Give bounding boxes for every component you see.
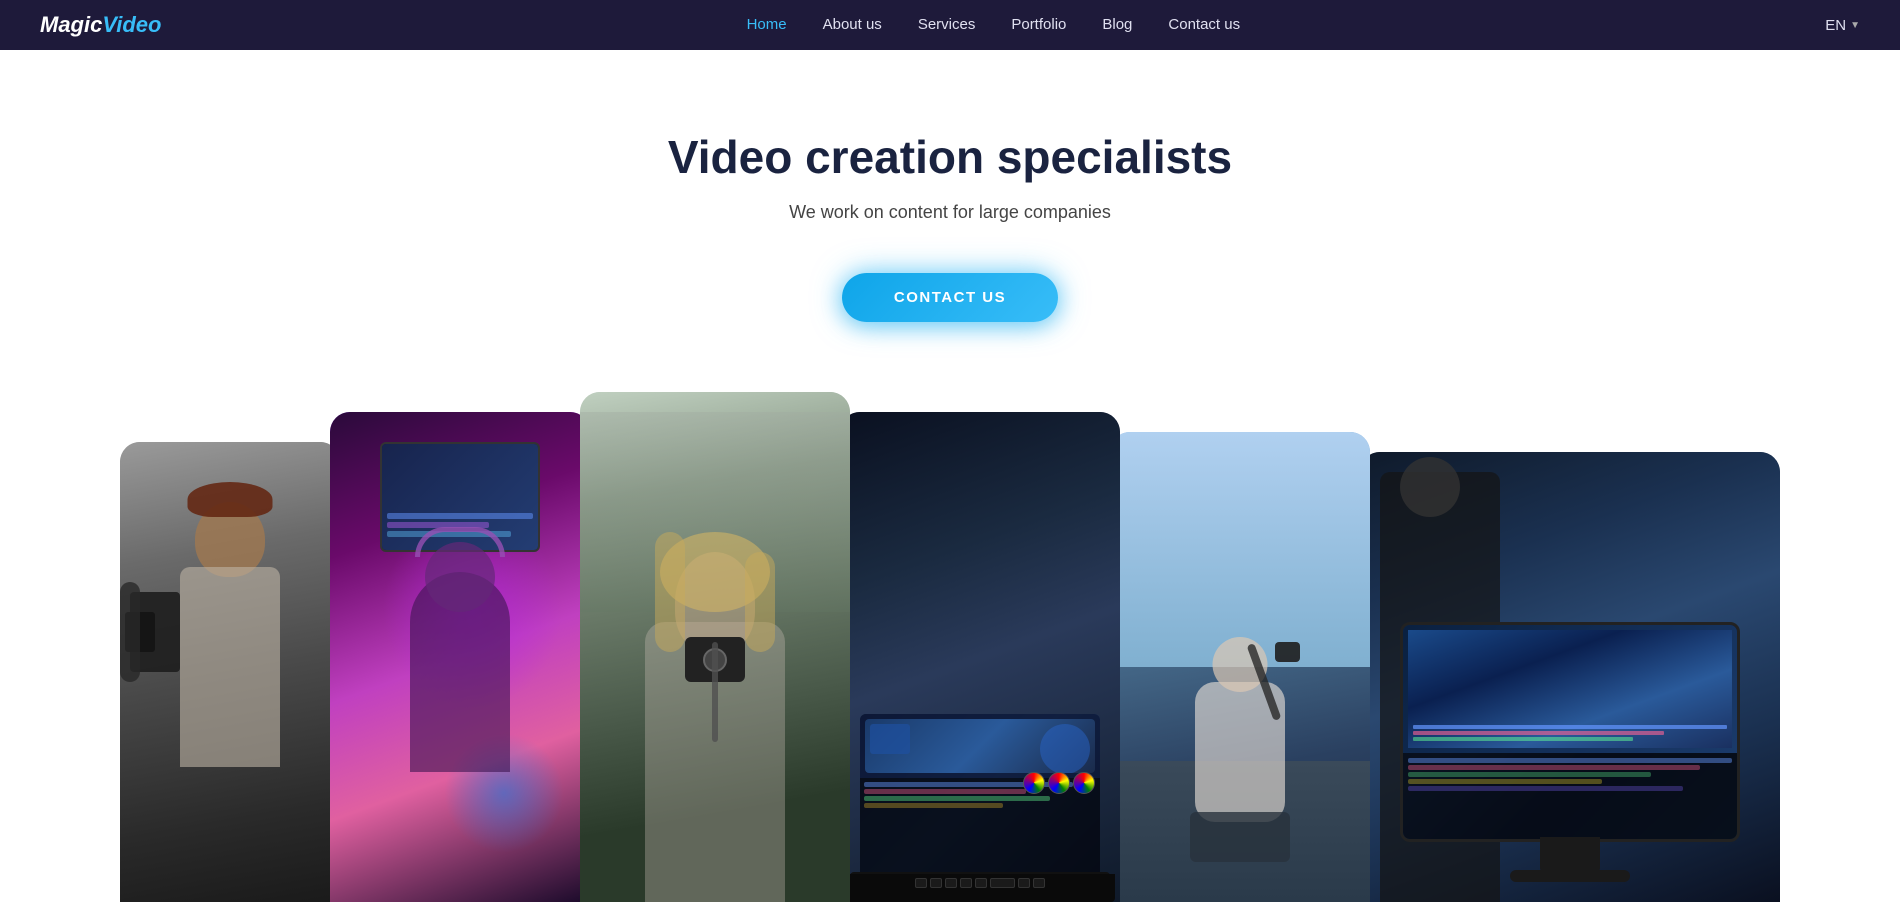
language-selector[interactable]: EN ▼ xyxy=(1825,17,1860,34)
gallery-card-4 xyxy=(840,412,1120,902)
nav-portfolio[interactable]: Portfolio xyxy=(1011,16,1066,33)
nav-home[interactable]: Home xyxy=(747,16,787,33)
gallery-card-2 xyxy=(330,412,590,902)
gallery-card-1 xyxy=(120,442,340,902)
hero-title: Video creation specialists xyxy=(20,130,1880,184)
logo[interactable]: Magic Video xyxy=(40,12,161,38)
logo-magic: Magic xyxy=(40,12,102,38)
nav-links: Home About us Services Portfolio Blog Co… xyxy=(747,16,1241,34)
hero-section: Video creation specialists We work on co… xyxy=(0,50,1900,382)
logo-video: Video xyxy=(102,12,161,38)
lang-chevron: ▼ xyxy=(1850,20,1860,31)
nav-services[interactable]: Services xyxy=(918,16,976,33)
lang-label: EN xyxy=(1825,17,1846,34)
gallery-section xyxy=(0,382,1900,902)
gallery-card-5 xyxy=(1110,432,1370,902)
contact-us-button[interactable]: CONTACT US xyxy=(842,273,1058,322)
hero-subtitle: We work on content for large companies xyxy=(20,202,1880,223)
gallery-card-3 xyxy=(580,392,850,902)
navbar: Magic Video Home About us Services Portf… xyxy=(0,0,1900,50)
gallery-card-6 xyxy=(1360,452,1780,902)
nav-about[interactable]: About us xyxy=(823,16,882,33)
nav-contact[interactable]: Contact us xyxy=(1168,16,1240,33)
nav-blog[interactable]: Blog xyxy=(1102,16,1132,33)
